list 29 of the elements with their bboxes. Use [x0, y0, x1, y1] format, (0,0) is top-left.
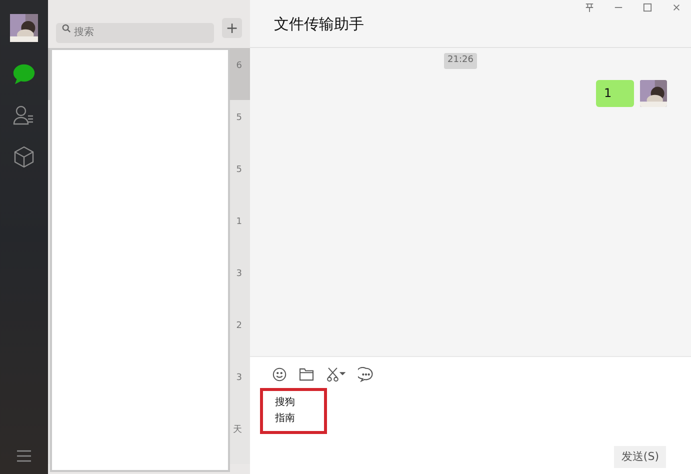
- maximize-icon[interactable]: [643, 3, 652, 12]
- chat-time: 5: [236, 112, 242, 126]
- send-button[interactable]: 发送(S): [614, 446, 666, 468]
- chat-bubble-icon[interactable]: [358, 367, 374, 382]
- message-input[interactable]: 搜狗 指南: [260, 388, 327, 434]
- cube-icon[interactable]: [13, 146, 35, 168]
- window-title: 文件传输助手: [274, 14, 364, 34]
- search-field[interactable]: 搜索: [56, 22, 214, 42]
- message-bubble: 1: [596, 80, 634, 106]
- input-text: 指南: [275, 412, 296, 426]
- chat-time: 2: [236, 320, 242, 334]
- contacts-icon[interactable]: [13, 105, 35, 125]
- search-icon: [62, 24, 71, 33]
- chat-icon[interactable]: [13, 64, 35, 84]
- input-text: 搜狗: [275, 396, 296, 410]
- add-button[interactable]: +: [222, 18, 242, 38]
- chat-time: 5: [236, 164, 242, 178]
- folder-icon[interactable]: [299, 368, 314, 381]
- pin-icon[interactable]: [585, 3, 594, 12]
- chat-time: 3: [236, 372, 242, 386]
- emoji-icon[interactable]: [272, 367, 287, 382]
- chat-time: 天: [233, 424, 242, 438]
- menu-icon[interactable]: [17, 450, 31, 462]
- chat-time: 6: [236, 60, 242, 74]
- message-time: 21:26: [444, 53, 478, 68]
- scissors-icon[interactable]: [326, 367, 346, 382]
- chat-time: 1: [236, 216, 242, 230]
- close-icon[interactable]: [672, 3, 681, 12]
- chat-time: 3: [236, 268, 242, 282]
